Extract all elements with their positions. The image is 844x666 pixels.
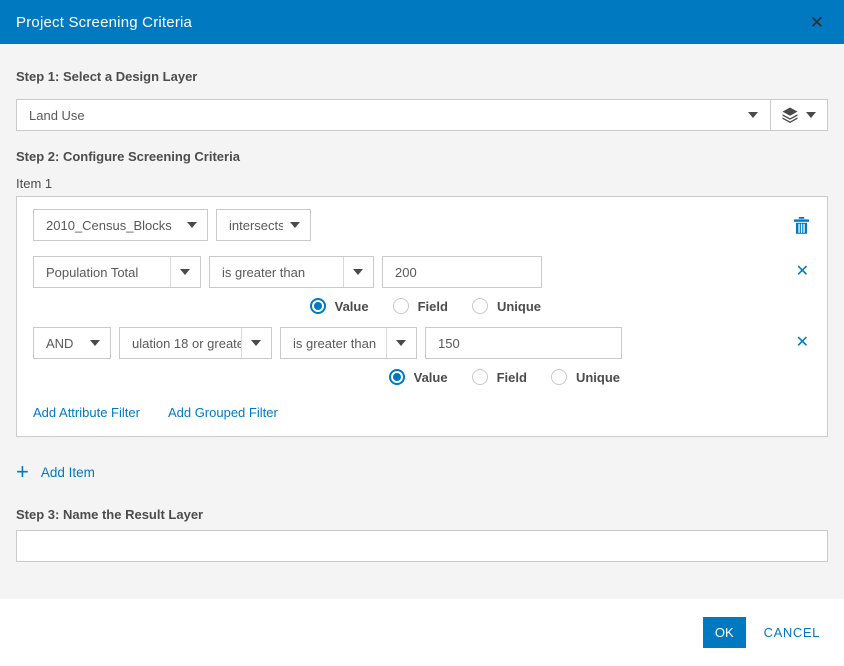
result-layer-name-input[interactable] bbox=[16, 530, 828, 562]
filter1-radio-field[interactable] bbox=[393, 298, 409, 314]
layer-options-button[interactable] bbox=[771, 100, 827, 130]
dialog-header: Project Screening Criteria ✕ bbox=[0, 0, 844, 44]
filter2-radio-value[interactable] bbox=[389, 369, 405, 385]
step2-label: Step 2: Configure Screening Criteria bbox=[16, 149, 828, 164]
filter2-radio-unique[interactable] bbox=[551, 369, 567, 385]
close-icon: ✕ bbox=[796, 335, 809, 351]
filter2-value-input[interactable] bbox=[425, 327, 622, 359]
criteria-item-box: 2010_Census_Blocks intersects bbox=[16, 196, 828, 437]
filter2-conjunction-dropdown[interactable]: AND bbox=[33, 327, 111, 359]
close-icon: ✕ bbox=[796, 264, 809, 280]
chevron-down-icon bbox=[187, 222, 197, 228]
filter2-operator-value: is greater than bbox=[293, 336, 376, 351]
chevron-down-icon bbox=[251, 340, 261, 346]
filter1-radio-unique-label: Unique bbox=[497, 299, 541, 314]
filter1-field-value: Population Total bbox=[46, 265, 138, 280]
chevron-down-icon bbox=[90, 340, 100, 346]
trash-icon bbox=[794, 217, 809, 234]
census-layer-dropdown[interactable]: 2010_Census_Blocks bbox=[33, 209, 208, 241]
project-screening-dialog: Project Screening Criteria ✕ Step 1: Sel… bbox=[0, 0, 844, 666]
plus-icon: + bbox=[16, 463, 29, 481]
chevron-down-icon bbox=[290, 222, 300, 228]
design-layer-value: Land Use bbox=[29, 108, 85, 123]
remove-filter2-button[interactable]: ✕ bbox=[794, 333, 811, 353]
filter2-field-dropdown[interactable]: ulation 18 or greater bbox=[119, 327, 272, 359]
filter2-conjunction-value: AND bbox=[46, 336, 73, 351]
dialog-footer: OK CANCEL bbox=[0, 599, 844, 666]
filter1-mode-group: Value Field Unique bbox=[33, 298, 541, 314]
item-label: Item 1 bbox=[16, 176, 828, 191]
delete-item-button[interactable] bbox=[792, 215, 811, 236]
design-layer-select[interactable]: Land Use bbox=[17, 100, 770, 130]
dialog-body: Step 1: Select a Design Layer Land Use S… bbox=[0, 44, 844, 599]
add-item-button[interactable]: + Add Item bbox=[16, 463, 95, 481]
attribute-filter-row: Population Total is greater than ✕ bbox=[33, 256, 811, 288]
spatial-filter-row: 2010_Census_Blocks intersects bbox=[33, 209, 811, 241]
design-layer-combo: Land Use bbox=[16, 99, 828, 131]
filter2-mode-group: Value Field Unique bbox=[33, 369, 620, 385]
chevron-down-icon bbox=[353, 269, 363, 275]
filter2-radio-value-label: Value bbox=[414, 370, 448, 385]
filter1-value-input[interactable] bbox=[382, 256, 542, 288]
step3-label: Step 3: Name the Result Layer bbox=[16, 507, 828, 522]
step1-label: Step 1: Select a Design Layer bbox=[16, 69, 828, 84]
filter1-radio-unique[interactable] bbox=[472, 298, 488, 314]
spatial-operator-value: intersects bbox=[229, 218, 283, 233]
close-icon[interactable]: ✕ bbox=[806, 12, 828, 33]
layers-icon bbox=[782, 107, 798, 123]
add-attribute-filter-link[interactable]: Add Attribute Filter bbox=[33, 405, 140, 420]
filter2-radio-field[interactable] bbox=[472, 369, 488, 385]
add-grouped-filter-link[interactable]: Add Grouped Filter bbox=[168, 405, 278, 420]
filter1-radio-field-label: Field bbox=[418, 299, 448, 314]
filter2-field-value: ulation 18 or greater bbox=[132, 336, 241, 351]
cancel-button[interactable]: CANCEL bbox=[764, 625, 820, 640]
chevron-down-icon bbox=[806, 112, 816, 118]
remove-filter1-button[interactable]: ✕ bbox=[794, 262, 811, 282]
filter-links-row: Add Attribute Filter Add Grouped Filter bbox=[33, 405, 811, 420]
filter1-radio-value-label: Value bbox=[335, 299, 369, 314]
chevron-down-icon bbox=[748, 112, 758, 118]
chevron-down-icon bbox=[180, 269, 190, 275]
census-layer-value: 2010_Census_Blocks bbox=[46, 218, 172, 233]
chevron-down-icon bbox=[396, 340, 406, 346]
add-item-label: Add Item bbox=[41, 465, 95, 480]
ok-button[interactable]: OK bbox=[703, 617, 746, 648]
filter1-operator-dropdown[interactable]: is greater than bbox=[209, 256, 374, 288]
filter1-field-dropdown[interactable]: Population Total bbox=[33, 256, 201, 288]
filter2-radio-field-label: Field bbox=[497, 370, 527, 385]
filter2-radio-unique-label: Unique bbox=[576, 370, 620, 385]
attribute-filter-row: AND ulation 18 or greater is greater tha… bbox=[33, 327, 811, 359]
filter2-operator-dropdown[interactable]: is greater than bbox=[280, 327, 417, 359]
filter1-radio-value[interactable] bbox=[310, 298, 326, 314]
filter1-operator-value: is greater than bbox=[222, 265, 305, 280]
dialog-title: Project Screening Criteria bbox=[16, 14, 192, 31]
spatial-operator-dropdown[interactable]: intersects bbox=[216, 209, 311, 241]
